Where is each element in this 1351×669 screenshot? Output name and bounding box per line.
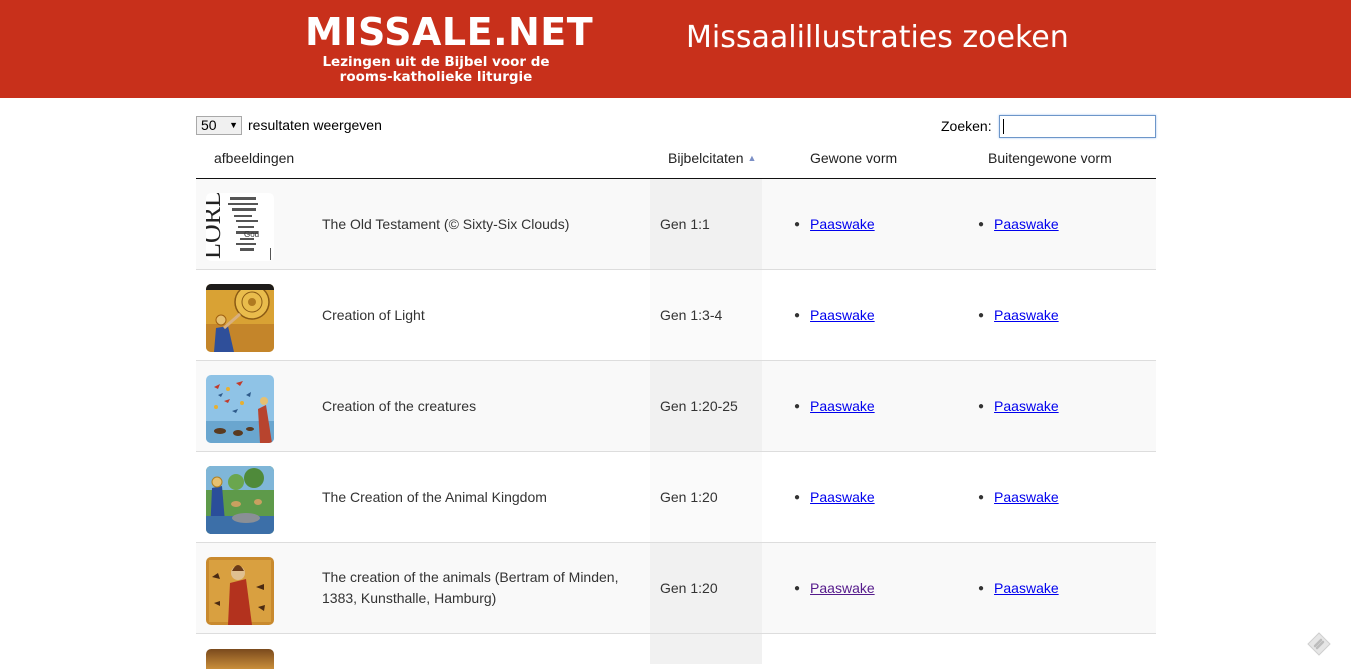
column-header-bible-refs[interactable]: Bijbelcitaten ▲ — [668, 150, 756, 166]
bible-reference: Gen 1:20 — [660, 580, 718, 596]
page-title: Missaalillustraties zoeken — [686, 20, 1069, 55]
column-header-extraordinary-form[interactable]: Buitengewone vorm — [988, 150, 1112, 166]
extraordinary-form-link[interactable]: Paaswake — [994, 307, 1059, 323]
svg-text:LORD: LORD — [206, 193, 226, 259]
ordinary-form-link[interactable]: Paaswake — [810, 489, 875, 505]
bible-reference: Gen 1:1 — [660, 216, 710, 232]
bullet-icon: ● — [794, 218, 801, 230]
extraordinary-form-cell: ● Paaswake — [978, 179, 1059, 269]
results-length-value: 50 — [201, 117, 217, 133]
bullet-icon: ● — [978, 218, 985, 230]
thumbnail-image[interactable] — [206, 649, 274, 669]
table-body: LORD God The Old Testament (© Sixty-Six … — [196, 179, 1156, 669]
results-length-label: resultaten weergeven — [248, 117, 382, 133]
ordinary-form-link[interactable]: Paaswake — [810, 307, 875, 323]
ordinary-form-link[interactable]: Paaswake — [810, 580, 875, 596]
sort-ascending-icon: ▲ — [747, 153, 757, 163]
thumbnail-image[interactable] — [206, 466, 274, 534]
extraordinary-form-cell: ● Paaswake — [978, 452, 1059, 542]
extraordinary-form-link[interactable]: Paaswake — [994, 216, 1059, 232]
illustration-title: Creation of Light — [322, 306, 425, 323]
bible-reference: Gen 1:20 — [660, 489, 718, 505]
site-logo-subtitle: Lezingen uit de Bijbel voor de rooms-kat… — [322, 54, 550, 85]
illustration-title: Creation of the creatures — [322, 397, 477, 414]
extraordinary-form-link[interactable]: Paaswake — [994, 489, 1059, 505]
results-length-select[interactable]: 50 ▼ — [196, 116, 242, 135]
table-row-partial — [196, 634, 1156, 669]
bullet-icon: ● — [978, 400, 985, 412]
illustration-title: The Creation of the Animal Kingdom — [322, 488, 547, 505]
svg-text:God: God — [244, 230, 259, 239]
extraordinary-form-cell: ● Paaswake — [978, 543, 1059, 633]
table-header: afbeeldingen Bijbelcitaten ▲ Gewone vorm … — [196, 140, 1156, 179]
site-header: MISSALE.NET Lezingen uit de Bijbel voor … — [0, 0, 1351, 98]
bullet-icon: ● — [794, 582, 801, 594]
ordinary-form-cell: ● Paaswake — [794, 361, 875, 451]
ordinary-form-cell: ● Paaswake — [794, 179, 875, 269]
diamond-tag-icon[interactable] — [1306, 631, 1332, 657]
thumbnail-image[interactable] — [206, 284, 274, 352]
site-logo-title[interactable]: MISSALE.NET — [305, 10, 593, 54]
table-row: The Creation of the Animal Kingdom Gen 1… — [196, 452, 1156, 543]
ordinary-form-cell: ● Paaswake — [794, 543, 875, 633]
extraordinary-form-link[interactable]: Paaswake — [994, 580, 1059, 596]
bible-reference: Gen 1:20-25 — [660, 398, 738, 414]
bullet-icon: ● — [794, 309, 801, 321]
bullet-icon: ● — [978, 309, 985, 321]
thumbnail-image[interactable] — [206, 557, 274, 625]
ordinary-form-link[interactable]: Paaswake — [810, 216, 875, 232]
column-header-bible-refs-label: Bijbelcitaten — [668, 150, 744, 166]
extraordinary-form-link[interactable]: Paaswake — [994, 398, 1059, 414]
column-header-ordinary-form[interactable]: Gewone vorm — [810, 150, 897, 166]
thumbnail-image[interactable] — [206, 375, 274, 443]
column-header-images[interactable]: afbeeldingen — [214, 150, 294, 166]
ordinary-form-cell: ● Paaswake — [794, 452, 875, 542]
search-label: Zoeken: — [941, 118, 992, 134]
table-row: Creation of the creatures Gen 1:20-25 ● P… — [196, 361, 1156, 452]
bullet-icon: ● — [794, 400, 801, 412]
bullet-icon: ● — [978, 491, 985, 503]
extraordinary-form-cell: ● Paaswake — [978, 270, 1059, 360]
extraordinary-form-cell: ● Paaswake — [978, 361, 1059, 451]
table-row: Creation of Light Gen 1:3-4 ● Paaswake ● P… — [196, 270, 1156, 361]
thumbnail-image[interactable]: LORD God — [206, 193, 274, 261]
table-row: LORD God The Old Testament (© Sixty-Six … — [196, 179, 1156, 270]
illustration-title: The creation of the animals (Bertram of … — [322, 569, 619, 606]
text-caret — [1003, 119, 1004, 134]
bullet-icon: ● — [794, 491, 801, 503]
table-row: The creation of the animals (Bertram of … — [196, 543, 1156, 634]
illustration-title: The Old Testament (© Sixty-Six Clouds) — [322, 215, 570, 232]
dropdown-arrow-icon: ▼ — [229, 120, 238, 130]
sorted-column-cell — [650, 634, 762, 664]
bible-reference: Gen 1:3-4 — [660, 307, 723, 323]
ordinary-form-cell: ● Paaswake — [794, 270, 875, 360]
bullet-icon: ● — [978, 582, 985, 594]
ordinary-form-link[interactable]: Paaswake — [810, 398, 875, 414]
search-input[interactable] — [999, 115, 1156, 138]
